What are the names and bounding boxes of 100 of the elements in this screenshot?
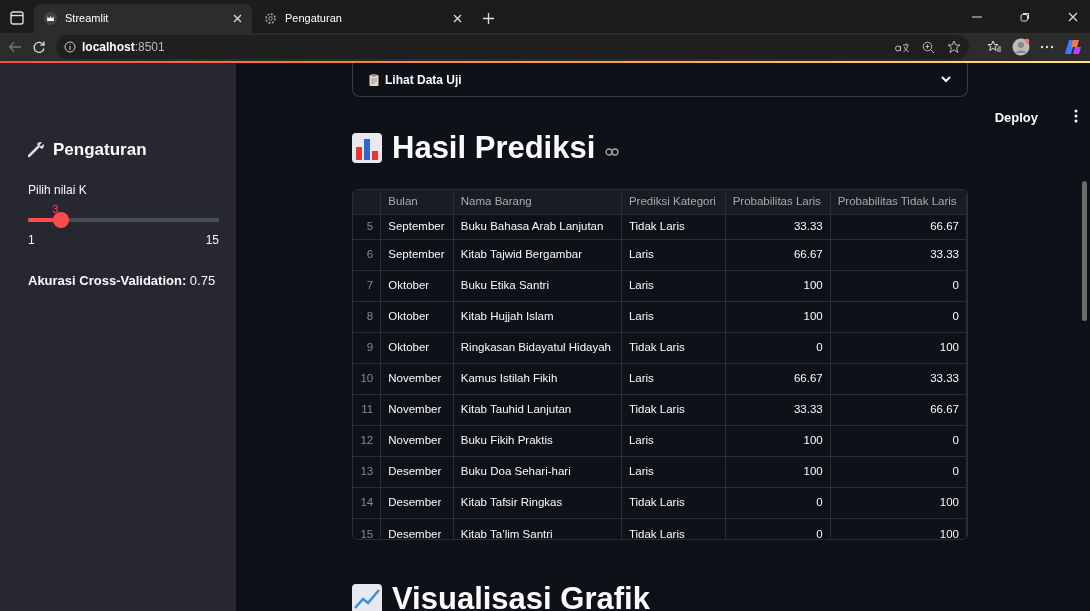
table-cell: Buku Fikih Praktis [453,425,622,457]
row-index: 8 [353,301,381,333]
slider-thumb[interactable] [53,211,69,228]
table-cell: Buku Etika Santri [453,270,622,302]
back-icon[interactable] [8,40,22,54]
table-cell: 66.67 [725,363,831,395]
table-cell: Kamus Istilah Fikih [453,363,622,395]
reload-icon[interactable] [32,40,46,54]
table-cell: Tidak Laris [621,214,726,240]
table-cell: Kitab Ta’lim Santri [453,518,622,539]
browser-tab[interactable]: Pengaturan [254,4,472,33]
table-cell: 33.33 [830,239,967,271]
slider-min: 1 [28,231,35,249]
table-cell: Tidak Laris [621,518,726,539]
table-cell: 100 [725,425,831,457]
row-index: 11 [353,394,381,426]
line-chart-icon [352,583,382,611]
table-cell: Tidak Laris [621,394,726,426]
row-index: 6 [353,239,381,271]
table-cell: Desember [380,518,454,539]
table-cell: 66.67 [830,394,967,426]
table-cell: Laris [621,301,726,333]
link-icon[interactable] [605,148,620,157]
table-cell: 33.33 [725,394,831,426]
close-icon[interactable] [233,14,242,23]
table-cell: Laris [621,456,726,488]
table-cell: September [380,239,454,271]
close-icon[interactable] [1068,12,1078,22]
table-cell: Kitab Tauhid Lanjutan [453,394,622,426]
translate-icon[interactable] [894,41,910,53]
table-cell: Buku Doa Sehari-hari [453,456,622,488]
table-cell: Oktober [380,301,454,333]
sidebar-toggle-icon[interactable] [10,11,24,25]
column-header[interactable]: Prediksi Kategori [621,189,726,215]
table-cell: 0 [830,425,967,457]
slider-value: 3 [52,201,59,217]
column-header[interactable]: Bulan [380,189,454,215]
table-cell: Oktober [380,332,454,364]
favorites-icon[interactable] [987,40,1002,54]
table-cell: 66.67 [830,214,967,240]
tab-title: Pengaturan [285,11,343,27]
zoom-in-icon[interactable] [922,40,935,54]
table-cell: Laris [621,270,726,302]
chevron-icon [941,76,951,83]
avatar-icon[interactable] [1012,38,1030,56]
table-cell: Desember [380,487,454,519]
scrollbar[interactable] [1082,181,1087,321]
expander[interactable]: Lihat Data Uji [352,63,968,97]
table-cell: 0 [725,518,831,539]
table-cell: November [380,363,454,395]
table-cell: 33.33 [830,363,967,395]
more-icon[interactable] [1040,45,1054,49]
table-cell: 33.33 [725,214,831,240]
table-cell: 0 [830,456,967,488]
row-index: 9 [353,332,381,364]
row-index: 15 [353,518,381,539]
table-cell: Kitab Hujjah Islam [453,301,622,333]
row-index: 7 [353,270,381,302]
row-index: 14 [353,487,381,519]
table-cell: November [380,425,454,457]
slider-max: 15 [205,231,219,249]
column-header[interactable]: Probabilitas Laris [725,189,831,215]
info-icon[interactable] [64,41,76,53]
table-cell: Desember [380,456,454,488]
table-cell: Buku Bahasa Arab Lanjutan [453,214,622,240]
table-cell: November [380,394,454,426]
table-cell: 0 [725,487,831,519]
table-cell: 100 [830,518,967,539]
table-cell: 100 [725,301,831,333]
table-cell: Ringkasan Bidayatul Hidayah [453,332,622,364]
url-text: localhost:8501 [82,39,165,56]
bar-chart-icon [352,133,382,164]
table-cell: 0 [725,332,831,364]
table-cell: 100 [830,487,967,519]
new-tab-icon[interactable] [482,12,495,25]
table-cell: Kitab Tajwid Bergambar [453,239,622,271]
table-cell: Laris [621,239,726,271]
table-cell: Laris [621,425,726,457]
star-icon[interactable] [947,40,961,54]
table-cell: Tidak Laris [621,332,726,364]
table-cell: September [380,214,454,240]
more-icon[interactable] [1074,109,1078,123]
slider-label: Pilih nilai K [28,181,87,199]
browser-tab[interactable]: Streamlit [34,4,252,33]
wrench-icon [28,141,45,159]
column-header[interactable]: Probabilitas Tidak Laris [830,189,967,215]
column-header[interactable]: Nama Barang [453,189,622,215]
restore-icon[interactable] [1020,12,1030,22]
table-cell: Kitab Tafsir Ringkas [453,487,622,519]
row-index: 10 [353,363,381,395]
table-cell: Laris [621,363,726,395]
table-cell: 100 [725,456,831,488]
table-cell: Tidak Laris [621,487,726,519]
section-heading: Visualisasi Grafik [392,579,650,611]
table-cell: 100 [725,270,831,302]
table-cell: 0 [830,270,967,302]
table-cell: 100 [830,332,967,364]
close-icon[interactable] [453,14,462,23]
address-bar[interactable]: localhost:8501 [56,35,969,59]
deploy-button[interactable]: Deploy [988,107,1044,129]
